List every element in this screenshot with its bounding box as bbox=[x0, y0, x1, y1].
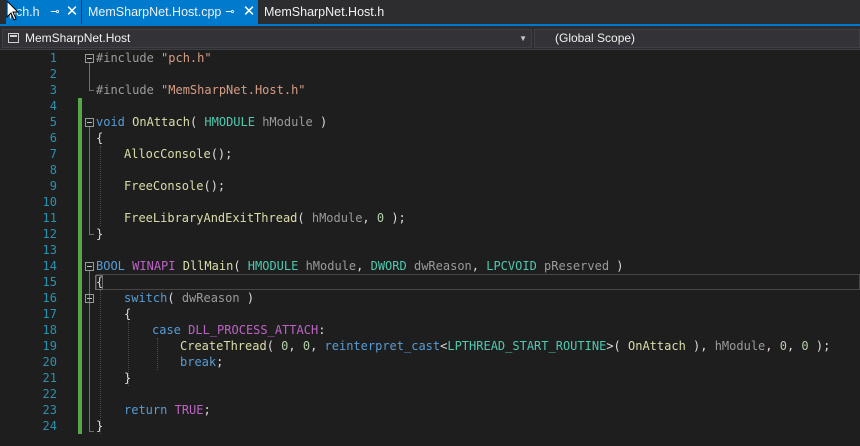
code-text: { bbox=[96, 275, 104, 289]
line-number: 21 bbox=[42, 371, 57, 385]
code-line: 19 CreateThread( 0, 0, reinterpret_cast<… bbox=[0, 338, 860, 354]
chevron-down-icon[interactable]: ▼ bbox=[519, 30, 527, 47]
line-number: 5 bbox=[49, 115, 57, 129]
pin-icon[interactable]: ⊸ bbox=[48, 0, 62, 24]
line-number: 13 bbox=[42, 243, 57, 257]
tab-memsharpnet-host-cpp[interactable]: MemSharpNet.Host.cpp ⊸ ✕ bbox=[82, 0, 258, 24]
code-line: 20 break; bbox=[0, 354, 860, 370]
code-line: 2 bbox=[0, 66, 860, 82]
line-number: 20 bbox=[42, 355, 57, 369]
scope-dropdown[interactable]: (Global Scope) bbox=[534, 29, 860, 48]
mouse-pointer-icon bbox=[6, 0, 20, 21]
line-number: 14 bbox=[42, 259, 57, 273]
line-number: 15 bbox=[42, 275, 57, 289]
code-line: 15 { bbox=[0, 274, 860, 290]
code-line: 18 case DLL_PROCESS_ATTACH: bbox=[0, 322, 860, 338]
code-line: 10 bbox=[0, 194, 860, 210]
line-number: 1 bbox=[49, 51, 57, 65]
code-text: { bbox=[96, 131, 104, 145]
code-line: 3 #include "MemSharpNet.Host.h" bbox=[0, 82, 860, 98]
code-line: 17 { bbox=[0, 306, 860, 322]
code-text: BOOL WINAPI DllMain( HMODULE hModule, DW… bbox=[96, 259, 624, 273]
tab-memsharpnet-host-h[interactable]: MemSharpNet.Host.h bbox=[258, 0, 388, 24]
code-text: AllocConsole(); bbox=[124, 147, 233, 161]
line-number: 7 bbox=[49, 147, 57, 161]
line-number: 23 bbox=[42, 403, 57, 417]
code-text: #include "MemSharpNet.Host.h" bbox=[96, 83, 306, 97]
code-text: switch( dwReason ) bbox=[124, 291, 255, 305]
code-text: } bbox=[96, 227, 104, 241]
code-text: break; bbox=[180, 355, 224, 369]
line-number: 9 bbox=[49, 179, 57, 193]
code-line: 8 bbox=[0, 162, 860, 178]
line-number: 10 bbox=[42, 195, 57, 209]
code-line: 21 } bbox=[0, 370, 860, 386]
line-number: 2 bbox=[49, 67, 57, 81]
tab-label: MemSharpNet.Host.cpp bbox=[88, 5, 222, 19]
close-icon[interactable]: ✕ bbox=[65, 0, 79, 24]
code-line: 24 } bbox=[0, 418, 860, 434]
code-line: 23 return TRUE; bbox=[0, 402, 860, 418]
project-name: MemSharpNet.Host bbox=[25, 31, 131, 45]
code-line: 4 bbox=[0, 98, 860, 114]
pin-icon[interactable]: ⊸ bbox=[223, 0, 237, 24]
code-text: { bbox=[124, 307, 132, 321]
code-line: 5 void OnAttach( HMODULE hModule ) bbox=[0, 114, 860, 130]
line-number: 12 bbox=[42, 227, 57, 241]
line-number: 24 bbox=[42, 419, 57, 433]
code-text: case DLL_PROCESS_ATTACH: bbox=[152, 323, 326, 337]
line-number: 3 bbox=[49, 83, 57, 97]
code-text: return TRUE; bbox=[124, 403, 211, 417]
code-text: void OnAttach( HMODULE hModule ) bbox=[96, 115, 328, 129]
code-text: } bbox=[124, 371, 132, 385]
code-line: 12 } bbox=[0, 226, 860, 242]
code-text: } bbox=[96, 419, 104, 433]
navigation-bar: MemSharpNet.Host ▼ (Global Scope) bbox=[0, 26, 860, 50]
line-number: 4 bbox=[49, 99, 57, 113]
code-text: CreateThread( 0, 0, reinterpret_cast<LPT… bbox=[180, 339, 831, 353]
code-line: 6 { bbox=[0, 130, 860, 146]
line-number: 17 bbox=[42, 307, 57, 321]
code-line: 11 FreeLibraryAndExitThread( hModule, 0 … bbox=[0, 210, 860, 226]
code-line: 16 switch( dwReason ) bbox=[0, 290, 860, 306]
code-line: 14 BOOL WINAPI DllMain( HMODULE hModule,… bbox=[0, 258, 860, 274]
code-text: #include "pch.h" bbox=[96, 51, 212, 65]
cpp-file-icon bbox=[8, 33, 19, 43]
code-editor[interactable]: 1 #include "pch.h" 2 3 #include "MemShar… bbox=[0, 50, 860, 446]
line-number: 6 bbox=[49, 131, 57, 145]
document-tab-bar: pch.h ⊸ ✕ MemSharpNet.Host.cpp ⊸ ✕ MemSh… bbox=[0, 0, 860, 26]
code-line: 1 #include "pch.h" bbox=[0, 50, 860, 66]
code-line: 13 bbox=[0, 242, 860, 258]
line-number: 18 bbox=[42, 323, 57, 337]
line-number: 22 bbox=[42, 387, 57, 401]
code-text: FreeLibraryAndExitThread( hModule, 0 ); bbox=[124, 211, 406, 225]
code-line: 22 bbox=[0, 386, 860, 402]
project-dropdown[interactable]: MemSharpNet.Host ▼ bbox=[2, 29, 532, 48]
code-text: FreeConsole(); bbox=[124, 179, 226, 193]
tab-label: MemSharpNet.Host.h bbox=[264, 5, 385, 19]
line-number: 19 bbox=[42, 339, 57, 353]
close-icon[interactable]: ✕ bbox=[242, 0, 256, 24]
code-line: 9 FreeConsole(); bbox=[0, 178, 860, 194]
line-number: 8 bbox=[49, 163, 57, 177]
line-number: 16 bbox=[42, 291, 57, 305]
scope-name: (Global Scope) bbox=[555, 31, 636, 45]
line-number: 11 bbox=[42, 211, 57, 225]
code-line: 7 AllocConsole(); bbox=[0, 146, 860, 162]
